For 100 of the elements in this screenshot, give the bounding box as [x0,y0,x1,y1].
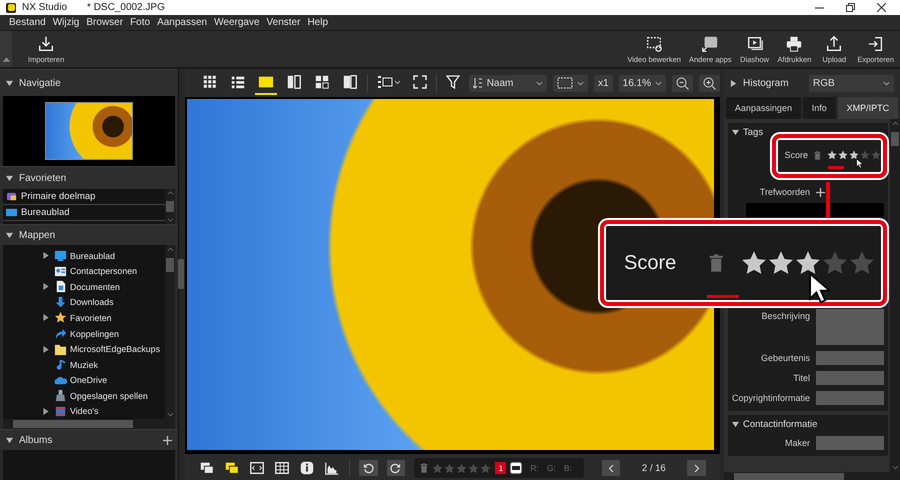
folder-tree-item[interactable]: Contactpersonen [43,264,165,280]
color-label[interactable]: 1 [495,462,506,474]
scrollbar[interactable] [165,245,175,419]
filter-icon [446,74,460,88]
expand-arrow-icon[interactable] [43,314,49,322]
menu-item[interactable]: Foto [130,17,150,28]
panel-header[interactable]: Favorieten [0,166,178,189]
rgb-readout: R: [530,463,539,473]
frame-icon [249,460,265,476]
star-rating[interactable] [432,462,492,474]
panel-title: Navigatie [19,78,62,88]
sort-dropdown[interactable]: Naam [468,74,548,92]
collapse-arrow-icon[interactable] [6,436,13,444]
trash-icon[interactable] [708,252,723,274]
collapse-handle[interactable] [0,31,12,67]
folder-tree-item[interactable]: OneDrive [43,372,165,388]
folder-tree-item[interactable]: Documenten [43,279,165,295]
scrollbar[interactable] [890,119,900,472]
scrollbar-thumb[interactable] [13,420,133,428]
scrollbar-thumb[interactable] [891,132,899,146]
collapse-arrow-icon[interactable] [6,232,13,238]
folder-tree-item[interactable]: Muziek [43,356,165,372]
input-field[interactable] [816,436,884,450]
folder-tree-item[interactable]: Downloads [43,294,165,310]
collapse-arrow-icon[interactable] [732,129,739,136]
menu-item[interactable]: Help [307,17,328,28]
expand-arrow-icon[interactable] [43,346,49,353]
next-button[interactable] [687,460,706,476]
favorite-item[interactable]: Bureaublad [3,205,165,221]
star-rating[interactable] [741,250,875,276]
zoom-out-button[interactable] [672,74,694,92]
view-option-button[interactable] [299,460,315,476]
close-icon[interactable] [877,3,886,12]
photo-placeholder[interactable] [45,102,133,160]
rotate-right-button[interactable] [386,460,406,476]
scrollbar[interactable] [724,472,900,480]
add-icon[interactable] [163,436,172,444]
scrollbar-thumb[interactable] [166,258,174,272]
view-option-button[interactable] [274,460,290,476]
collapse-arrow-icon[interactable] [6,80,13,86]
trash-icon[interactable] [814,150,821,160]
view-option-button[interactable] [249,460,265,476]
zoom-in-button[interactable] [699,74,720,92]
rotate-left-button[interactable] [358,460,378,476]
scroll-down-icon[interactable] [166,412,174,417]
scrollbar-thumb[interactable] [166,200,174,212]
folder-tree-item[interactable]: Video's [43,403,165,419]
folder-tree-item[interactable]: Favorieten [43,310,165,326]
section-header[interactable]: Contactinformatie [732,419,884,430]
expand-arrow-icon[interactable] [43,283,49,290]
scroll-down-icon[interactable] [166,218,174,222]
protect-icon[interactable] [510,462,522,474]
view-option-button[interactable] [324,460,340,476]
section-header[interactable]: Tags [732,127,884,138]
expand-arrow-icon[interactable] [730,80,737,86]
input-field[interactable] [816,351,884,365]
menu-item[interactable]: Wijzig [52,17,80,28]
restore-icon[interactable] [846,3,855,12]
view-option-button[interactable] [199,460,215,476]
menu-item[interactable]: Weergave [214,17,260,28]
folder-tree-item[interactable]: Bureaublad [43,248,165,264]
collapse-arrow-icon[interactable] [732,421,739,428]
menu-item[interactable]: Venster [266,17,300,28]
add-icon[interactable] [816,188,825,196]
scrollbar-thumb[interactable] [734,473,844,480]
trash-icon[interactable] [420,463,428,473]
scroll-up-icon[interactable] [166,247,174,252]
previous-button[interactable] [602,460,620,476]
panel-header[interactable]: Navigatie [0,69,178,96]
collapse-arrow-icon[interactable] [6,174,13,182]
zoom-dropdown[interactable]: 16.1% [618,74,666,92]
input-field[interactable] [816,391,884,405]
favorite-item[interactable]: Primaire doelmap [3,189,165,205]
expand-arrow-icon[interactable] [43,252,49,260]
folder-tree-item[interactable]: Koppelingen [43,326,165,342]
scroll-up-icon[interactable] [892,121,898,126]
panel-header[interactable]: Albums [0,429,178,450]
keywords-field[interactable] [746,203,884,217]
scrollbar[interactable] [165,189,175,224]
tab[interactable]: Aanpassingen [726,97,801,119]
folder-tree-item[interactable]: Opgeslagen spellen [43,388,165,404]
menu-item[interactable]: Bestand [9,17,46,28]
scrollbar[interactable] [3,419,175,429]
fit-dropdown[interactable] [553,74,588,92]
scroll-up-icon[interactable] [166,191,174,195]
view-option-button[interactable] [224,460,240,476]
film-frame-icon [645,34,664,52]
star-rating[interactable] [827,150,881,160]
input-field[interactable] [816,371,884,385]
tab[interactable]: XMP/IPTC [838,97,898,119]
scroll-down-icon[interactable] [892,465,898,470]
tab[interactable]: Info [802,97,836,119]
channel-dropdown[interactable]: RGB [809,74,894,92]
folder-tree-item[interactable]: MicrosoftEdgeBackups [43,341,165,357]
actual-size-button[interactable]: x1 [594,74,613,92]
expand-arrow-icon[interactable] [43,408,49,415]
menu-item[interactable]: Aanpassen [157,17,208,28]
panel-toggle-handle[interactable] [178,259,184,289]
panel-header[interactable]: Mappen [0,224,178,245]
menu-item[interactable]: Browser [86,17,124,28]
